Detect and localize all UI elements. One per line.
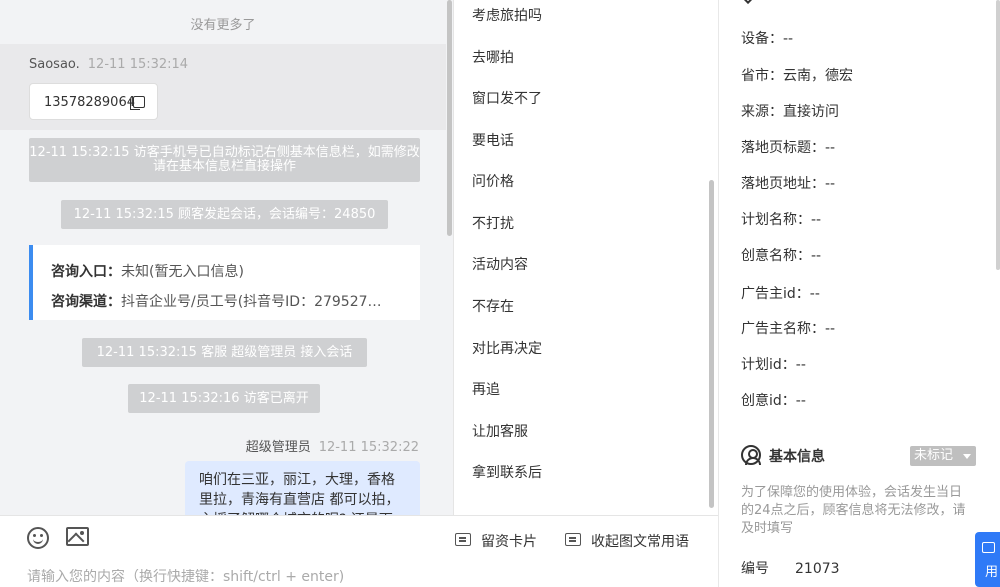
info-field: 广告主名称：-- <box>741 318 835 338</box>
visitor-time: 12-11 15:32:14 <box>87 57 189 72</box>
info-field-value: 云南，德宏 <box>783 68 853 84</box>
agent-message-bubble: 咱们在三亚，丽江，大理，香格里拉，青海有直营店 都可以拍，主授了解哪个城市的呢?… <box>185 461 420 515</box>
system-message: 12-11 15:32:16 访客已离开 <box>128 384 320 413</box>
no-more-text: 没有更多了 <box>190 18 256 33</box>
user-icon <box>741 445 761 465</box>
visitor-phone: 13578289064 <box>44 95 135 110</box>
agent-name: 超级管理员 <box>245 440 311 455</box>
entry-row: 咨询入口：未知(暂无入口信息) <box>51 257 420 287</box>
info-field-value: -- <box>795 393 806 409</box>
info-field-label: 省市： <box>741 68 783 84</box>
quick-reply-item[interactable]: 拿到联系后 <box>472 462 542 482</box>
leave-card-button[interactable]: 留资卡片 <box>455 531 537 551</box>
info-scrollbar[interactable] <box>996 0 1000 270</box>
id-row: 编号 21073 <box>741 558 840 578</box>
quick-reply-item[interactable]: 对比再决定 <box>472 338 542 358</box>
info-field-label: 创意id： <box>741 393 796 409</box>
visitor-name: Saosao. <box>29 57 80 72</box>
info-field: 创意id：-- <box>741 390 806 410</box>
float-help-button[interactable]: 用 <box>975 532 1000 587</box>
quick-reply-item[interactable]: 不打扰 <box>472 213 514 233</box>
quick-reply-item[interactable]: 要电话 <box>472 130 514 150</box>
info-field: 落地页标题：-- <box>741 137 835 157</box>
channel-label: 咨询渠道： <box>51 294 121 310</box>
info-field: 落地页地址：-- <box>741 173 835 193</box>
info-field-label: 计划名称： <box>741 212 811 228</box>
location-icon <box>740 0 756 5</box>
entry-label: 咨询入口： <box>51 264 121 280</box>
copy-icon[interactable] <box>130 96 145 110</box>
system-message: 12-11 15:32:15 顾客发起会话，会话编号：24850 <box>61 200 388 229</box>
quick-reply-item[interactable]: 活动内容 <box>472 254 528 274</box>
chevron-down-icon <box>963 454 971 459</box>
info-field: 创意名称：-- <box>741 245 821 265</box>
basic-info-notice: 为了保障您的使用体验，会话发生当日的24点之后，顾客信息将无法修改，请及时填写 <box>741 485 966 536</box>
chat-scrollbar-thumb[interactable] <box>447 0 452 236</box>
quick-reply-item[interactable]: 去哪拍 <box>472 47 514 67</box>
visitor-info-panel: 设备：-- 省市：云南，德宏 来源：直接访问 落地页标题：-- 落地页地址：-- 计划名称… <box>718 0 1000 587</box>
info-field: 省市：云南，德宏 <box>741 65 853 85</box>
quick-reply-item[interactable]: 让加客服 <box>472 421 528 441</box>
collapse-phrases-label: 收起图文常用语 <box>591 534 689 550</box>
info-field: 计划名称：-- <box>741 209 821 229</box>
agent-header: 超级管理员 12-11 15:32:22 <box>246 436 419 455</box>
basic-info-label: 基本信息 <box>769 449 825 465</box>
info-field-label: 创意名称： <box>741 248 811 264</box>
info-field-label: 广告主名称： <box>741 321 825 337</box>
info-field-label: 来源： <box>741 104 783 120</box>
info-field: 广告主id：-- <box>741 283 820 303</box>
info-field-label: 落地页标题： <box>741 140 825 156</box>
image-icon[interactable] <box>66 527 89 546</box>
info-field-value: -- <box>811 212 822 228</box>
visitor-phone-bubble: 13578289064 <box>29 83 158 120</box>
quick-reply-item[interactable]: 问价格 <box>472 171 514 191</box>
quick-reply-item[interactable]: 考虑旅拍吗 <box>472 5 542 25</box>
channel-value: 抖音企业号/员工号(抖音号ID：279527… <box>121 294 382 310</box>
id-value: 21073 <box>795 561 840 577</box>
info-field-label: 计划id： <box>741 357 796 373</box>
system-message: 12-11 15:32:15 客服 超级管理员 接入会话 <box>82 338 367 367</box>
visitor-header: Saosao. 12-11 15:32:14 <box>29 57 188 72</box>
info-field: 计划id：-- <box>741 354 806 374</box>
emoji-icon[interactable] <box>27 527 49 549</box>
quick-reply-item[interactable]: 再追 <box>472 379 500 399</box>
info-field-label: 落地页地址： <box>741 176 825 192</box>
quick-reply-panel: 考虑旅拍吗去哪拍窗口发不了要电话问价格不打扰活动内容不存在对比再决定再追让加客服… <box>454 0 718 515</box>
leave-card-label: 留资卡片 <box>481 534 537 550</box>
channel-row: 咨询渠道：抖音企业号/员工号(抖音号ID：279527… <box>51 287 420 317</box>
tag-dropdown[interactable]: 未标记 <box>910 446 976 466</box>
card-icon <box>455 533 471 546</box>
agent-time: 12-11 15:32:22 <box>318 440 419 455</box>
float-help-label: 用 <box>985 565 999 580</box>
info-field-label: 广告主id： <box>741 286 810 302</box>
quick-reply-item[interactable]: 不存在 <box>472 296 514 316</box>
id-label: 编号 <box>741 561 769 577</box>
chat-scrollbar[interactable] <box>446 0 453 515</box>
quick-reply-scrollbar[interactable] <box>709 180 714 508</box>
entry-value: 未知(暂无入口信息) <box>121 264 244 280</box>
info-field-value: -- <box>809 286 820 302</box>
info-field-value: -- <box>783 31 794 47</box>
message-composer: 留资卡片 收起图文常用语 <box>0 515 718 587</box>
phrases-icon <box>565 533 581 546</box>
info-field-value: 直接访问 <box>783 104 839 120</box>
entry-info-card: 咨询入口：未知(暂无入口信息) 咨询渠道：抖音企业号/员工号(抖音号ID：279… <box>29 245 420 320</box>
info-field-value: -- <box>825 321 836 337</box>
basic-info-title: 基本信息 <box>741 445 825 466</box>
info-field-label: 设备： <box>741 31 783 47</box>
detail-section-header <box>740 0 981 5</box>
info-field-value: -- <box>825 176 836 192</box>
chat-icon <box>982 542 995 553</box>
info-field: 设备：-- <box>741 28 793 48</box>
quick-reply-item[interactable]: 窗口发不了 <box>472 88 542 108</box>
chat-history[interactable]: 没有更多了 Saosao. 12-11 15:32:14 13578289064 … <box>0 0 454 515</box>
info-field: 来源：直接访问 <box>741 101 839 121</box>
info-field-value: -- <box>795 357 806 373</box>
collapse-phrases-button[interactable]: 收起图文常用语 <box>565 531 689 551</box>
tag-dropdown-value: 未标记 <box>914 448 954 463</box>
info-field-value: -- <box>825 140 836 156</box>
system-message: 12-11 15:32:15 访客手机号已自动标记右侧基本信息栏，如需修改请在基… <box>29 138 420 182</box>
info-field-value: -- <box>811 248 822 264</box>
message-input[interactable] <box>27 569 687 585</box>
